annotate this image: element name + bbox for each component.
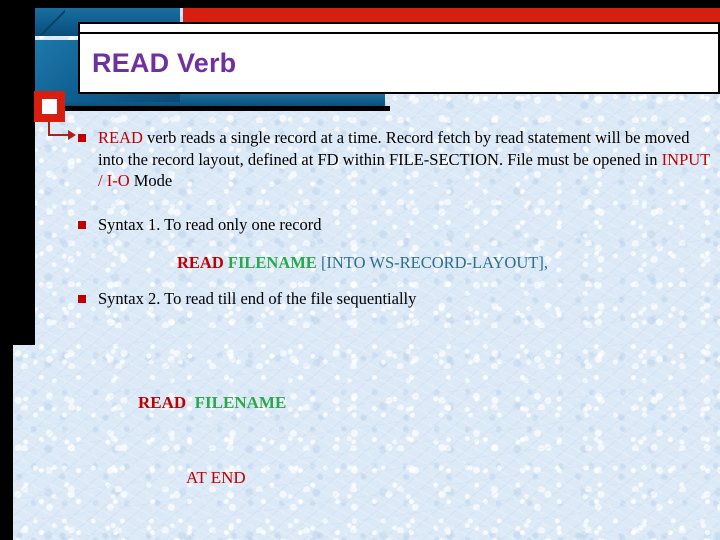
red-square-bullet-icon — [78, 134, 86, 142]
slide-canvas: READ Verb READ verb reads a single recor… — [0, 0, 720, 540]
bullet-item-2: Syntax 1. To read only one record — [78, 214, 698, 236]
bullet-item-3: Syntax 2. To read till end of the file s… — [78, 288, 698, 310]
code-keyword-read: READ — [138, 393, 195, 412]
red-square-bullet-icon — [78, 221, 86, 229]
bullet-1-text: READ verb reads a single record at a tim… — [98, 127, 718, 192]
syntax-code-block: READ FILENAME AT END STATEMENT NOT AT EN… — [138, 340, 332, 540]
keyword-read: READ — [98, 128, 143, 147]
syntax1-keyword-filename: FILENAME — [227, 253, 317, 272]
code-line-read-filename: READ FILENAME — [138, 390, 332, 415]
syntax1-keyword-read: READ — [177, 253, 224, 272]
slide-content: READ verb reads a single record at a tim… — [0, 0, 720, 540]
code-keyword-at-end: AT END — [186, 468, 246, 487]
bullet-1-tail: Mode — [129, 171, 173, 190]
red-square-bullet-icon — [78, 295, 86, 303]
bullet-item-1: READ verb reads a single record at a tim… — [78, 127, 718, 192]
code-line-at-end: AT END — [138, 465, 332, 490]
bullet-3-text: Syntax 2. To read till end of the file s… — [98, 289, 417, 308]
syntax1-into-clause: [INTO WS-RECORD-LAYOUT], — [320, 253, 548, 272]
code-keyword-filename: FILENAME — [194, 393, 287, 412]
syntax-line-1: READ FILENAME [INTO WS-RECORD-LAYOUT], — [177, 253, 548, 273]
bullet-2-text: Syntax 1. To read only one record — [98, 215, 322, 234]
bullet-1-body: verb reads a single record at a time. Re… — [98, 128, 690, 169]
